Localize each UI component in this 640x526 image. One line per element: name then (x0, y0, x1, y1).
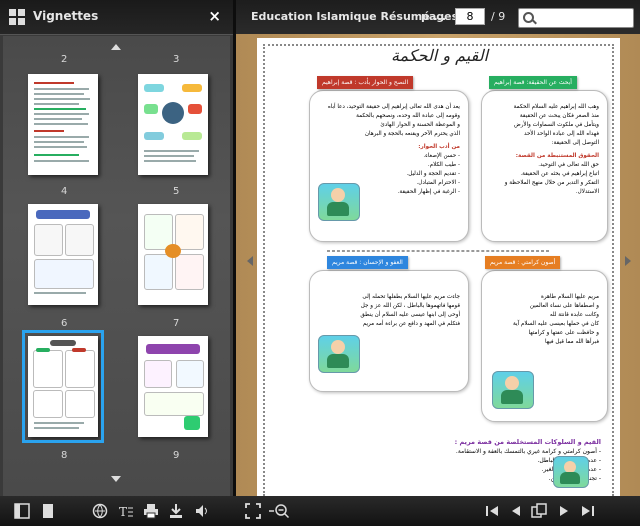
thumbnail-page-number: 6 (61, 318, 68, 329)
section-tag-dignity: أصون كرامتي : قصة مريم (485, 256, 561, 269)
panel-text-line: فبرأها الله مما قيل فيها (544, 339, 599, 345)
sidebar-title: Vignettes (33, 9, 99, 23)
panel-text-line: يعد أن هدى الله تعالى إبراهيم إلى حقيقة … (327, 104, 460, 110)
page-total: / 9 (491, 10, 506, 23)
section-tag-forgiveness: العفو و الإحسان : قصة مريم (327, 256, 408, 269)
double-page-icon[interactable] (530, 503, 550, 519)
thumbnail-page-7[interactable] (138, 204, 208, 305)
first-page-icon[interactable] (484, 503, 500, 519)
scroll-up-icon[interactable] (111, 44, 121, 50)
panel-list-item: - طيب الكلام. (427, 162, 460, 168)
close-icon[interactable]: × (208, 7, 221, 25)
section-tag-dialogue: النصح و الحوار بأدب : قصة إبراهيم (317, 76, 414, 89)
page-number-input[interactable] (455, 8, 485, 25)
search-input[interactable] (518, 8, 634, 28)
document-title: Education Islamique Résumé ... (251, 10, 447, 23)
thumbnail-page-number: 3 (173, 54, 180, 65)
values-summary: القيم و السلوكات المستخلصة من قصة مريم :… (271, 438, 601, 483)
panel-list-item: - حسن الإصغاء. (423, 153, 460, 159)
top-toolbar: Education Islamique Résumé ... pages : /… (236, 0, 640, 34)
page-heading: القيم و الحكمة (390, 46, 489, 65)
volume-icon[interactable] (194, 503, 210, 519)
thumbnail-page-number: 8 (61, 450, 68, 461)
values-list-item: - عدم سوء الظن بالغير. (541, 466, 601, 473)
thumbnail-page-4[interactable] (28, 74, 98, 175)
panel-list-item: اتباع إبراهيم في بحثه عن الحقيقة. (520, 171, 599, 177)
previous-page-arrow-icon[interactable] (247, 256, 253, 266)
panel-list-item: حق الله تعالى في التوحيد. (538, 162, 599, 168)
thumbnail-page-6[interactable] (28, 204, 98, 305)
info-panel-dialogue: يعد أن هدى الله تعالى إبراهيم إلى حقيقة … (309, 90, 469, 242)
fullscreen-icon[interactable] (245, 503, 261, 519)
thumbnail-page-number: 2 (61, 54, 68, 65)
sidebar-header: Vignettes × (0, 0, 233, 35)
download-icon[interactable] (168, 503, 184, 519)
share-icon[interactable] (92, 503, 108, 519)
thumbnail-sidebar: Vignettes × 2 3 4 5 6 7 8 9 (0, 0, 233, 496)
panel-text-line: فتكلم في المهد و دافع عن براءة أمه مريم (362, 321, 460, 327)
panel-text-line: منذ الصغر فكان يبحث عن الحقيقة (519, 113, 599, 119)
panel-text-line: و حافظت على عفتها و كرامتها (528, 330, 599, 336)
panel-text-line: جاءت مريم عليها السلام بطفلها تحمله إلى (362, 294, 460, 300)
last-page-icon[interactable] (580, 503, 596, 519)
cartoon-illustration (492, 371, 534, 409)
section-tag-truth: أبحث عن الحقيقة: قصة إبراهيم (489, 76, 577, 89)
print-icon[interactable] (143, 503, 159, 519)
cartoon-illustration (318, 183, 360, 221)
zoom-out-icon[interactable] (268, 503, 290, 519)
panel-text-line: قومها فاتهموها بالباطل ، لكن الله عز و ج… (360, 303, 460, 309)
document-viewer[interactable]: القيم و الحكمة وهب الله إبراهيم عليه الس… (236, 34, 640, 496)
panel-text-line: كان في حملها بعيسى عليه السلام آية (513, 321, 599, 327)
thumbnail-page-number: 7 (173, 318, 180, 329)
search-icon (523, 12, 534, 23)
info-panel-forgiveness: جاءت مريم عليها السلام بطفلها تحمله إلى … (309, 270, 469, 392)
panel-text-line: مريم عليها السلام طاهرة (540, 294, 599, 300)
panel-text-line: أوحى إلى ابنها عيسى عليه السلام أن ينطق (360, 312, 460, 318)
thumbnail-page-9[interactable] (138, 336, 208, 437)
panel-text-line: وكانت عابدة قانتة لله (549, 312, 599, 318)
info-panel-dignity: مريم عليها السلام طاهرة و اصطفاها على نس… (481, 270, 608, 422)
thumbnails-grid-icon[interactable] (9, 9, 25, 25)
single-page-icon[interactable] (40, 503, 56, 519)
thumbnail-page-number: 4 (61, 186, 68, 197)
next-page-arrow-icon[interactable] (625, 256, 631, 266)
info-panel-truth: وهب الله إبراهيم عليه السلام الحكمة منذ … (481, 90, 608, 242)
panel-text-line: الذي يحترم الآخر ويقنعه بالحجة و البرهان (364, 131, 460, 137)
panel-text-line: فهداه الله إلى عبادة الواحد الأحد (524, 131, 599, 137)
panel-list-item: التفكر و التدبر من خلال منهج الملاحظة و … (504, 180, 599, 195)
panel-text-line: التوصل إلى الحقيقة: (551, 140, 599, 146)
cartoon-illustration (318, 335, 360, 373)
panel-list-item: - تقديم الحجة و الدليل. (406, 171, 460, 177)
panel-subheading: الحقوق المستنبطة من القصة: (515, 153, 599, 159)
panel-text-line: و الموعظة الحسنة و الحوار الهادئ (380, 122, 460, 128)
sidebar-toggle-icon[interactable] (14, 503, 30, 519)
thumbnail-page-number: 5 (173, 186, 180, 197)
previous-page-icon[interactable] (508, 503, 524, 519)
thumbnail-page-8-selected[interactable] (22, 330, 104, 443)
panel-text-line: وقومه إلى عبادة الله وحده، ونصحهم بالحكم… (356, 113, 460, 119)
values-list-item: - عدم اتهام الغير بالباطل. (537, 457, 601, 464)
panel-text-line: وهب الله إبراهيم عليه السلام الحكمة (513, 104, 599, 110)
connector-line (327, 250, 549, 252)
panel-subheading: من أدب الحوار: (418, 144, 460, 150)
thumbnail-list[interactable]: 2 3 4 5 6 7 8 9 (3, 36, 230, 496)
panel-text-line: ويتأمل في ملكوت السماوات والأرض (513, 122, 599, 128)
thumbnail-page-number: 9 (173, 450, 180, 461)
document-page: القيم و الحكمة وهب الله إبراهيم عليه الس… (257, 38, 620, 496)
values-list-item: - أصون كرامتي و كرامة غيري بالتمسك بالعف… (455, 448, 601, 455)
panel-text-line: و اصطفاها على نساء العالمين (529, 303, 599, 309)
values-heading: القيم و السلوكات المستخلصة من قصة مريم : (454, 438, 601, 446)
thumbnail-page-5[interactable] (138, 74, 208, 175)
text-select-icon[interactable]: T (118, 503, 134, 519)
scroll-down-icon[interactable] (111, 476, 121, 482)
svg-text:T: T (119, 505, 127, 519)
next-page-icon[interactable] (556, 503, 572, 519)
values-list-item: - تجنب إيذاء الآخرين. (549, 475, 601, 482)
bottom-toolbar: T (0, 496, 640, 526)
cartoon-illustration (553, 456, 589, 488)
